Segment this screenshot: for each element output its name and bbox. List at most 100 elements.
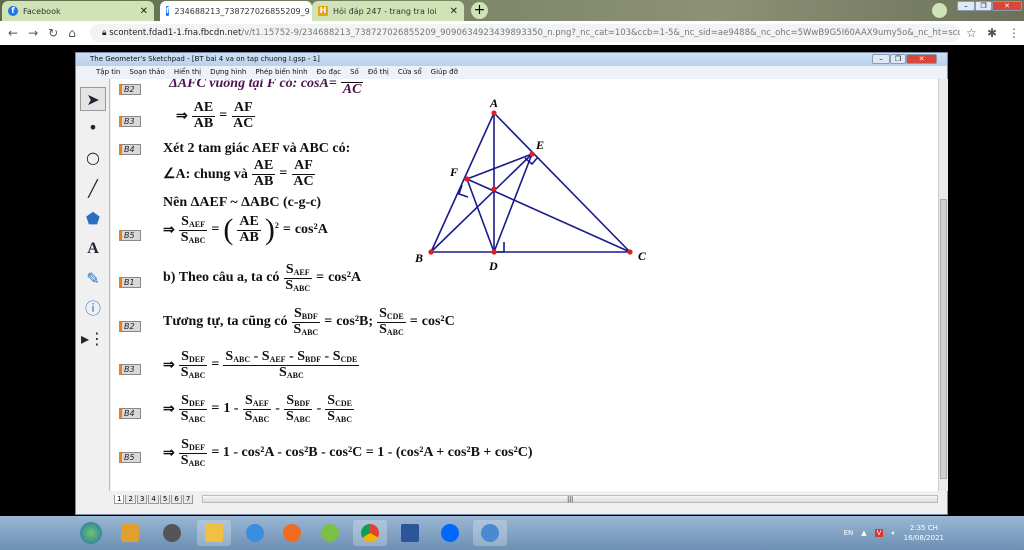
menu-number[interactable]: Số: [350, 66, 359, 79]
point-label-A: A: [489, 96, 498, 110]
menu-measure[interactable]: Đo đạc: [317, 66, 342, 79]
app-close-button[interactable]: ✕: [906, 54, 937, 64]
segment-BE[interactable]: [430, 153, 533, 253]
tab-facebook[interactable]: f Facebook ✕: [2, 1, 154, 21]
firefox-icon[interactable]: [275, 520, 309, 546]
point-tool-icon[interactable]: •: [80, 116, 106, 140]
system-tray: EN ▲ V 🔈︎ 2:35 CH 16/08/2021: [844, 516, 944, 550]
close-tab-icon[interactable]: ✕: [140, 6, 148, 17]
start-button[interactable]: [74, 520, 108, 546]
menu-construct[interactable]: Dựng hình: [210, 66, 246, 79]
scroll-thumb[interactable]: [940, 199, 947, 479]
polygon-tool-icon[interactable]: ⬟: [80, 207, 106, 231]
ie-icon[interactable]: [238, 520, 272, 546]
window-title: The Geometer's Sketchpad - [BT bai 4 va …: [76, 53, 947, 66]
app-icon-1[interactable]: [113, 520, 147, 546]
sketchpad-icon[interactable]: [473, 520, 507, 546]
page-tab-2[interactable]: 2: [125, 494, 136, 504]
page-tab-1[interactable]: 1: [114, 494, 125, 504]
page-tab-4[interactable]: 4: [148, 494, 159, 504]
custom-tool-icon[interactable]: ▸⋮: [80, 327, 106, 351]
sketch-canvas[interactable]: B2 B3 B4 B5 B1 B2 B3 B4 B5 ΔAFC vuông tạ…: [111, 79, 938, 491]
date: 16/08/2021: [903, 534, 944, 542]
point-D[interactable]: [491, 249, 497, 255]
app-minimize-button[interactable]: –: [872, 54, 890, 64]
clock[interactable]: 2:35 CH 16/08/2021: [904, 523, 944, 543]
webcam-icon[interactable]: [155, 520, 189, 546]
menu-graph[interactable]: Đồ thị: [368, 66, 389, 79]
reload-icon[interactable]: ↻: [48, 26, 58, 40]
vertical-scrollbar[interactable]: [938, 79, 948, 491]
straightedge-tool-icon[interactable]: ╱: [80, 177, 106, 201]
point-B[interactable]: [428, 249, 434, 255]
toolbox: ➤ • ○ ╱ ⬟ A ✎ ⓘ ▸⋮: [76, 79, 110, 491]
close-tab-icon[interactable]: ✕: [450, 6, 458, 17]
tab-label: Facebook: [23, 6, 61, 16]
tab-image[interactable]: f234688213_738727026855209_9✕: [160, 1, 323, 21]
menu-help[interactable]: Giúp đỡ: [431, 66, 458, 79]
url-input[interactable]: 🔒︎ scontent.fdad1-1.fna.fbcdn.net/v/t1.1…: [90, 24, 960, 42]
information-tool-icon[interactable]: ⓘ: [80, 297, 106, 321]
text-tool-icon[interactable]: A: [80, 237, 106, 261]
tab-hoidap[interactable]: H Hỏi đáp 247 - trang tra loi ✕: [312, 1, 464, 21]
page-tab-6[interactable]: 6: [171, 494, 182, 504]
menu-file[interactable]: Tập tin: [96, 66, 120, 79]
time: 2:35 CH: [909, 524, 938, 532]
compass-tool-icon[interactable]: ○: [80, 146, 106, 170]
point-label-D: D: [488, 259, 498, 273]
menu-transform[interactable]: Phép biến hình: [255, 66, 307, 79]
word-icon[interactable]: [393, 520, 427, 546]
triangle-figure[interactable]: A B C D E F: [111, 79, 938, 491]
horizontal-scrollbar[interactable]: |||: [202, 495, 938, 503]
segment-ED[interactable]: [493, 153, 533, 253]
extensions-icon[interactable]: ✱: [987, 26, 997, 40]
browser-tab-bar: f Facebook ✕ f 234688213_738727026855209_9 ✕…: [0, 0, 1024, 21]
page-tab-3[interactable]: 3: [136, 494, 148, 504]
menu-display[interactable]: Hiển thị: [174, 66, 201, 79]
home-icon[interactable]: ⌂: [68, 26, 76, 40]
chrome-icon[interactable]: [353, 520, 387, 546]
new-tab-button[interactable]: +: [471, 2, 488, 19]
point-label-C: C: [638, 249, 647, 263]
page-tabs: 1234567 |||: [111, 491, 938, 507]
restore-button[interactable]: ❐: [975, 1, 992, 11]
page-tab-5[interactable]: 5: [159, 494, 171, 504]
point-H[interactable]: [491, 186, 497, 192]
tray-expand-icon[interactable]: ▲: [861, 529, 866, 537]
address-bar-row: ← → ↻ ⌂ 🔒︎ scontent.fdad1-1.fna.fbcdn.net/v…: [0, 21, 1024, 45]
facebook-square-icon: f: [166, 6, 170, 16]
menu-window[interactable]: Cửa sổ: [398, 66, 422, 79]
segment-CF[interactable]: [466, 178, 631, 253]
close-button[interactable]: ✕: [992, 1, 1022, 11]
segment-CA[interactable]: [493, 112, 631, 253]
unikey-icon[interactable]: V: [874, 529, 884, 537]
minimize-button[interactable]: –: [957, 1, 975, 11]
segment-AB[interactable]: [430, 112, 495, 253]
tab-label: 234688213_738727026855209_9: [174, 6, 310, 16]
star-icon[interactable]: ☆: [966, 26, 977, 40]
point-label-B: B: [414, 251, 423, 265]
point-A[interactable]: [491, 110, 497, 116]
marker-tool-icon[interactable]: ✎: [80, 267, 106, 291]
point-E[interactable]: [529, 151, 535, 157]
volume-icon[interactable]: 🔈︎: [891, 529, 895, 538]
segment-FE[interactable]: [466, 153, 533, 180]
taskbar: EN ▲ V 🔈︎ 2:35 CH 16/08/2021: [0, 516, 1024, 550]
app-restore-button[interactable]: ❐: [890, 54, 906, 64]
url-host: scontent.fdad1-1.fna.fbcdn.net: [109, 28, 242, 38]
page-tab-7[interactable]: 7: [182, 494, 194, 504]
arrow-tool-icon[interactable]: ➤: [80, 87, 106, 111]
coccoc-icon[interactable]: [313, 520, 347, 546]
menu-icon[interactable]: ⋮: [1008, 26, 1020, 40]
tab-label: Hỏi đáp 247 - trang tra loi: [333, 6, 437, 16]
language-indicator[interactable]: EN: [844, 529, 854, 537]
profile-icon[interactable]: [932, 3, 947, 18]
zalo-icon[interactable]: [433, 520, 467, 546]
explorer-icon[interactable]: [197, 520, 231, 546]
sketchpad-window: The Geometer's Sketchpad - [BT bai 4 va …: [75, 52, 948, 515]
forward-icon[interactable]: →: [28, 26, 38, 40]
menu-edit[interactable]: Soạn thảo: [129, 66, 164, 79]
point-C[interactable]: [627, 249, 633, 255]
back-icon[interactable]: ←: [8, 26, 18, 40]
point-F[interactable]: [464, 176, 470, 182]
